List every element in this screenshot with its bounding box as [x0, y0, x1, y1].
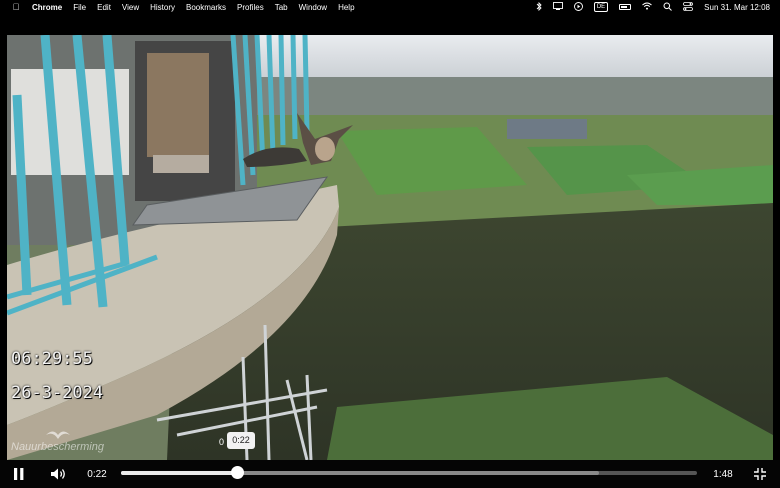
fullscreen-button[interactable]: [753, 466, 767, 482]
speaker-icon: [51, 468, 65, 480]
battery-icon[interactable]: [619, 4, 632, 10]
current-time: 0:22: [87, 468, 107, 480]
menu-help[interactable]: Help: [338, 3, 354, 12]
exit-fullscreen-icon: [754, 468, 766, 480]
video-scene: [7, 35, 773, 460]
menu-view[interactable]: View: [122, 3, 139, 12]
nest-box-opening: [147, 53, 209, 157]
tooltip-behind-digit: 0: [219, 437, 225, 447]
duration: 1:48: [713, 468, 733, 480]
display-icon[interactable]: [552, 2, 563, 12]
pause-button[interactable]: [12, 466, 26, 482]
nest-gravel: [153, 155, 209, 173]
seek-time-tooltip: 0:22: [227, 432, 255, 449]
menu-edit[interactable]: Edit: [97, 3, 111, 12]
volume-button[interactable]: [50, 466, 68, 482]
search-icon[interactable]: [663, 2, 673, 13]
menu-bar-clock[interactable]: Sun 31. Mar 12:08: [704, 3, 770, 12]
wifi-icon[interactable]: [642, 2, 653, 12]
apple-menu-icon[interactable]: : [8, 2, 24, 12]
bluetooth-icon[interactable]: [536, 1, 542, 13]
camera-timestamp-time: 06:29:55: [11, 349, 93, 369]
menu-window[interactable]: Window: [299, 3, 327, 12]
camera-timestamp-date: 26-3-2024: [11, 383, 104, 403]
broadcaster-logo: Nauurbescherming: [11, 431, 131, 459]
menu-bookmarks[interactable]: Bookmarks: [186, 3, 226, 12]
pause-icon: [14, 468, 24, 480]
control-center-icon[interactable]: [683, 1, 694, 13]
seek-bar-played: [121, 471, 238, 475]
keyboard-layout-icon[interactable]: DE: [593, 2, 609, 12]
menu-tab[interactable]: Tab: [275, 3, 288, 12]
menu-history[interactable]: History: [150, 3, 175, 12]
distant-town: [257, 77, 773, 117]
menu-file[interactable]: File: [73, 3, 86, 12]
menu-app-name[interactable]: Chrome: [32, 3, 62, 12]
video-frame[interactable]: 06:29:55 26-3-2024 Nauurbescherming: [7, 35, 773, 460]
menu-profiles[interactable]: Profiles: [237, 3, 264, 12]
play-circle-icon[interactable]: [573, 1, 583, 13]
logo-text: Nauurbescherming: [11, 441, 104, 453]
menu-list: Chrome File Edit View History Bookmarks …: [24, 3, 355, 12]
solar-field: [507, 119, 587, 139]
menu-bar:  Chrome File Edit View History Bookmark…: [0, 0, 780, 14]
seek-bar[interactable]: [121, 471, 697, 475]
status-area: DE Sun 31. Mar 12:08: [536, 0, 770, 14]
